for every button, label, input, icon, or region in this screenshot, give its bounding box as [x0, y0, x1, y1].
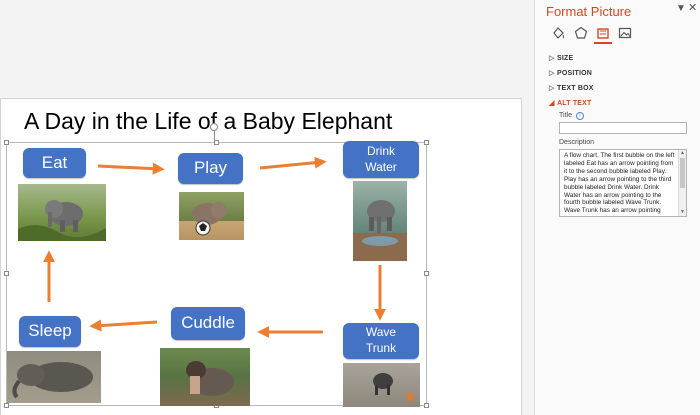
- photo-elephant-sleeping[interactable]: [7, 351, 101, 403]
- scroll-thumb[interactable]: [680, 158, 685, 188]
- bubble-play[interactable]: Play: [178, 153, 243, 184]
- fill-line-icon[interactable]: [549, 24, 567, 42]
- photo-elephant-drinking[interactable]: [353, 181, 407, 261]
- elephant-cuddling-image: [186, 361, 234, 396]
- scroll-down-icon[interactable]: ▼: [679, 209, 686, 216]
- bubble-eat[interactable]: Eat: [23, 148, 86, 178]
- picture-icon[interactable]: [616, 24, 634, 42]
- alt-title-input[interactable]: [559, 122, 687, 134]
- photo-elephant-eating[interactable]: [18, 184, 106, 241]
- scroll-up-icon[interactable]: ▲: [679, 150, 686, 157]
- size-properties-icon[interactable]: [594, 24, 612, 44]
- alt-title-label: Title i: [559, 112, 584, 120]
- bubble-drink-water[interactable]: Drink Water: [343, 141, 419, 178]
- bubble-wave-trunk[interactable]: Wave Trunk: [343, 323, 419, 359]
- slide-canvas[interactable]: A Day in the Life of a Baby Elephant Eat…: [0, 0, 534, 415]
- arrow-cuddle-to-sleep: [89, 319, 158, 332]
- bubble-sleep[interactable]: Sleep: [19, 316, 81, 347]
- chevron-down-icon[interactable]: ▼: [676, 3, 686, 14]
- elephant-sleeping-image: [12, 362, 93, 399]
- section-alt-text[interactable]: ◢ ALT TEXT: [549, 99, 592, 107]
- photo-elephant-playing[interactable]: [179, 192, 244, 240]
- elephant-eating-image: [18, 200, 106, 241]
- photo-elephant-cuddling[interactable]: [160, 348, 250, 406]
- description-scrollbar[interactable]: ▲ ▼: [678, 150, 686, 216]
- alt-description-label: Description: [559, 139, 595, 146]
- section-size[interactable]: ▷ SIZE: [549, 54, 573, 62]
- bubble-cuddle[interactable]: Cuddle: [171, 307, 245, 340]
- elephant-waving-image: [373, 373, 413, 401]
- effects-icon[interactable]: [572, 24, 590, 42]
- info-icon[interactable]: i: [575, 112, 584, 120]
- photo-elephant-waving[interactable]: [343, 363, 420, 407]
- alt-description-text: A flow chart. The first bubble on the le…: [564, 152, 675, 215]
- pane-title: Format Picture: [546, 4, 632, 19]
- elephant-drinking-image: [353, 200, 407, 261]
- arrow-play-to-drink: [259, 156, 327, 170]
- arrow-eat-to-play: [97, 162, 165, 175]
- section-text-box[interactable]: ▷ TEXT BOX: [549, 84, 594, 92]
- format-picture-pane[interactable]: Format Picture ▼ ✕ ▷ SIZE ▷ POSITION ▷ TEXT…: [534, 0, 700, 415]
- alt-description-textarea[interactable]: A flow chart. The first bubble on the le…: [559, 149, 687, 217]
- elephant-playing-image: [192, 202, 227, 236]
- section-position[interactable]: ▷ POSITION: [549, 69, 592, 77]
- close-icon[interactable]: ✕: [688, 1, 697, 14]
